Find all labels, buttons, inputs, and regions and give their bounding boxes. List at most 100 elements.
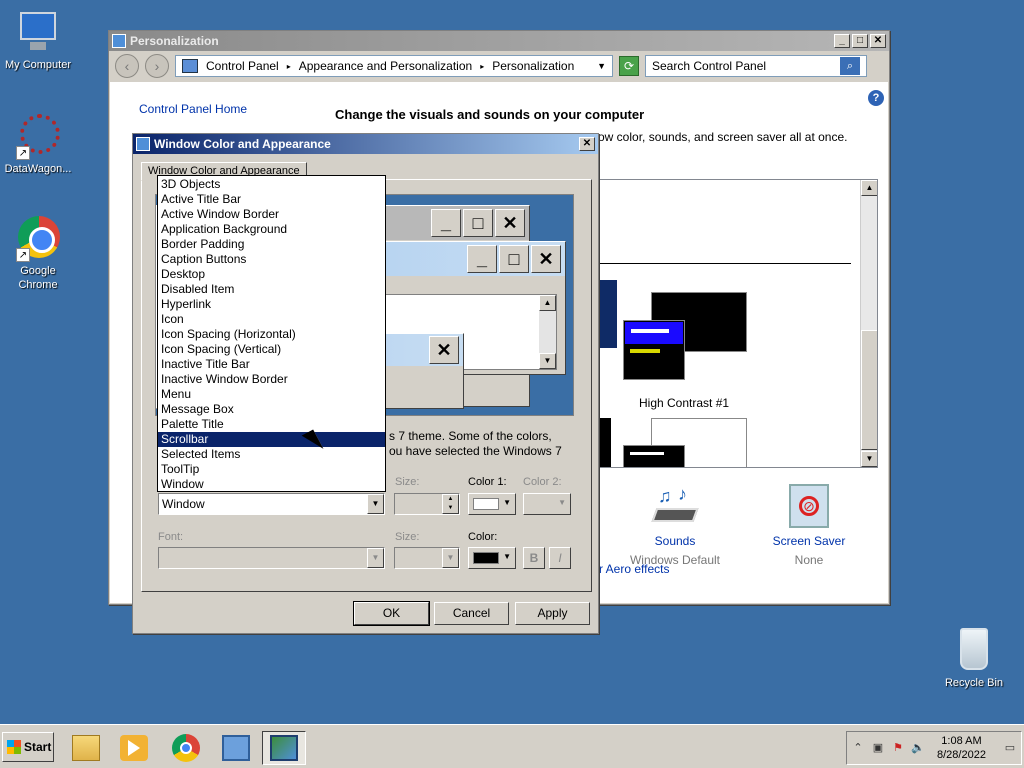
dropdown-option[interactable]: Icon Spacing (Vertical): [158, 342, 385, 357]
dropdown-option[interactable]: Selected Items: [158, 447, 385, 462]
dropdown-option[interactable]: Active Title Bar: [158, 192, 385, 207]
action-center-icon[interactable]: ⚑: [891, 741, 905, 755]
scroll-down-icon[interactable]: ▼: [861, 451, 877, 467]
shortcut-arrow-icon: ↗: [16, 248, 30, 262]
taskbar-chrome[interactable]: [164, 731, 208, 765]
search-icon[interactable]: ⌕: [840, 57, 860, 75]
dropdown-option[interactable]: Desktop: [158, 267, 385, 282]
control-panel-home-link[interactable]: Control Panel Home: [139, 102, 247, 116]
dropdown-option[interactable]: Message Box: [158, 402, 385, 417]
chevron-down-icon[interactable]: ▼: [367, 494, 384, 514]
dropdown-option[interactable]: Caption Buttons: [158, 252, 385, 267]
item-size-spinner: ▲ ▼: [394, 493, 460, 515]
scroll-thumb[interactable]: [861, 330, 877, 450]
dropdown-option[interactable]: Inactive Window Border: [158, 372, 385, 387]
back-button[interactable]: ‹: [115, 54, 139, 78]
dropdown-option[interactable]: Icon Spacing (Horizontal): [158, 327, 385, 342]
media-player-icon: [120, 735, 148, 761]
theme-preview-front: [623, 320, 685, 380]
item-dropdown-list[interactable]: 3D Objects Active Title Bar Active Window …: [157, 175, 386, 492]
dropdown-option[interactable]: Inactive Title Bar: [158, 357, 385, 372]
dropdown-option[interactable]: Border Padding: [158, 237, 385, 252]
dropdown-option[interactable]: Application Background: [158, 222, 385, 237]
preview-scrollbar: ▲ ▼: [539, 295, 556, 369]
desktop-icon-recycle-bin[interactable]: Recycle Bin: [936, 628, 1012, 690]
sounds-label[interactable]: Sounds: [610, 534, 740, 548]
taskbar-explorer[interactable]: [64, 731, 108, 765]
address-bar[interactable]: Control Panel ▸ Appearance and Personali…: [175, 55, 613, 77]
desktop-icon-my-computer[interactable]: My Computer: [0, 10, 76, 72]
chevron-down-icon: ▼: [503, 498, 511, 507]
taskbar-media-player[interactable]: [112, 731, 156, 765]
desktop-icon-datawagon[interactable]: ↗ DataWagon...: [0, 114, 76, 176]
description-text: s 7 theme. Some of the colors, ou have s…: [389, 429, 589, 459]
taskbar: Start ⌃ ▣ ⚑ 🔈 1:08 AM 8/28/2022 ▭: [0, 724, 1024, 768]
dropdown-option[interactable]: Menu: [158, 387, 385, 402]
minimize-button[interactable]: _: [834, 34, 850, 48]
control-panel-icon: [182, 59, 198, 73]
dropdown-option[interactable]: ToolTip: [158, 462, 385, 477]
show-hidden-icons-icon[interactable]: ⌃: [851, 741, 865, 755]
title-bar[interactable]: Personalization _ □ ✕: [109, 31, 889, 51]
dropdown-option[interactable]: Window: [158, 477, 385, 492]
dropdown-option[interactable]: Hyperlink: [158, 297, 385, 312]
breadcrumb-appearance[interactable]: Appearance and Personalization: [299, 59, 472, 73]
shortcut-arrow-icon: ↗: [16, 146, 30, 160]
computer-icon: [16, 10, 60, 54]
page-subheading: ow color, sounds, and screen saver all a…: [598, 130, 848, 144]
scroll-up-icon[interactable]: ▲: [861, 180, 877, 196]
apply-button[interactable]: Apply: [515, 602, 590, 625]
help-icon[interactable]: ?: [868, 90, 884, 106]
item-select[interactable]: Window ▼: [158, 493, 385, 515]
search-placeholder: Search Control Panel: [652, 59, 767, 73]
themes-list[interactable]: High Contrast #1 ▲ ▼: [598, 179, 878, 468]
dropdown-option[interactable]: Active Window Border: [158, 207, 385, 222]
font-color-swatch: [473, 552, 499, 564]
sounds-item[interactable]: ♫ ♪ Sounds Windows Default: [610, 484, 740, 567]
screen-saver-item[interactable]: ⊘ Screen Saver None: [744, 484, 874, 567]
desktop-icon-google-chrome[interactable]: ↗ Google Chrome: [0, 216, 76, 292]
breadcrumb-personalization[interactable]: Personalization: [492, 59, 574, 73]
chevron-down-icon: ▼: [558, 498, 566, 507]
preview-close-icon: ✕: [531, 245, 561, 273]
clock-time: 1:08 AM: [941, 735, 982, 747]
dropdown-option[interactable]: Disabled Item: [158, 282, 385, 297]
font-color-button[interactable]: ▼: [468, 547, 516, 569]
chevron-down-icon: ▼: [503, 552, 511, 561]
ok-button[interactable]: OK: [353, 601, 430, 626]
breadcrumb-control-panel[interactable]: Control Panel: [206, 59, 279, 73]
theme-high-contrast-1[interactable]: High Contrast #1: [621, 290, 751, 410]
theme-preview-contrast-left-2: [599, 418, 611, 467]
color1-button[interactable]: ▼: [468, 493, 516, 515]
screen-saver-label[interactable]: Screen Saver: [744, 534, 874, 548]
dropdown-option[interactable]: Palette Title: [158, 417, 385, 432]
page-heading: Change the visuals and sounds on your co…: [335, 107, 645, 122]
close-button[interactable]: ✕: [870, 34, 886, 48]
show-desktop-icon[interactable]: ▭: [1003, 741, 1017, 755]
start-button[interactable]: Start: [2, 732, 54, 762]
clock[interactable]: 1:08 AM 8/28/2022: [937, 734, 986, 762]
refresh-icon[interactable]: ⟳: [619, 56, 639, 76]
screen-saver-value: None: [794, 553, 824, 567]
dropdown-option[interactable]: Icon: [158, 312, 385, 327]
aero-effects-link[interactable]: r Aero effects: [599, 562, 669, 576]
dropdown-option[interactable]: Scrollbar: [158, 432, 385, 447]
volume-icon[interactable]: 🔈: [911, 741, 925, 755]
taskbar-personalization[interactable]: [262, 731, 306, 765]
search-input[interactable]: Search Control Panel ⌕: [645, 55, 867, 77]
dropdown-option[interactable]: 3D Objects: [158, 177, 385, 192]
network-icon[interactable]: ▣: [871, 741, 885, 755]
dialog-title-bar[interactable]: Window Color and Appearance ✕: [133, 134, 598, 154]
themes-scrollbar[interactable]: ▲ ▼: [860, 180, 877, 467]
forward-button[interactable]: ›: [145, 54, 169, 78]
folder-icon: [72, 735, 100, 761]
taskbar-control-panel[interactable]: [214, 731, 258, 765]
chrome-icon: ↗: [16, 216, 60, 262]
breadcrumb-separator: ▸: [286, 61, 291, 71]
color1-label: Color 1:: [468, 476, 507, 488]
cancel-button[interactable]: Cancel: [434, 602, 509, 625]
address-dropdown-icon[interactable]: ▼: [597, 61, 606, 71]
display-icon: [270, 735, 298, 761]
dialog-close-button[interactable]: ✕: [579, 137, 595, 151]
maximize-button[interactable]: □: [852, 34, 868, 48]
